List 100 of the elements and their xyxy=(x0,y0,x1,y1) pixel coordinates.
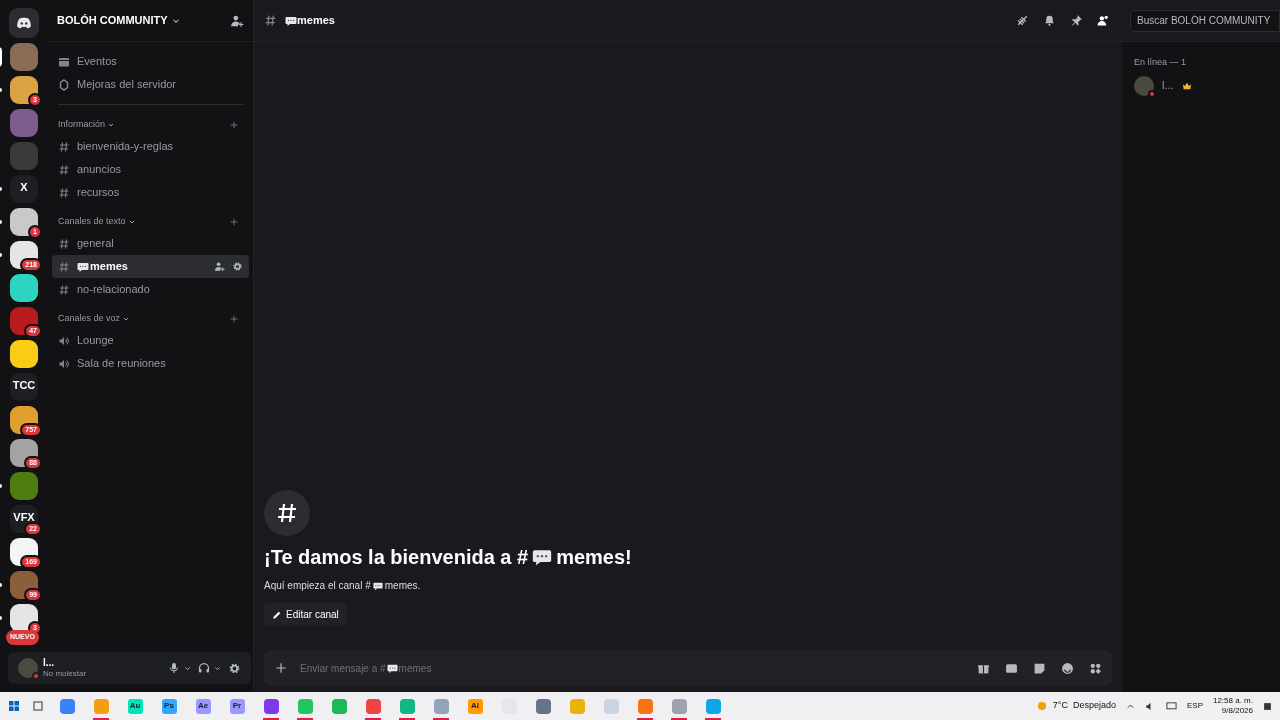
plus-icon xyxy=(274,661,288,675)
plus-icon xyxy=(229,314,239,324)
channel-item[interactable]: Lounge xyxy=(52,329,249,352)
add-user-icon xyxy=(230,13,244,28)
welcome-title: ¡Te damos la bienvenida a # xyxy=(264,545,529,570)
task-view-icon xyxy=(32,700,44,712)
sticker-icon xyxy=(1033,661,1046,675)
server-icon[interactable] xyxy=(10,76,38,104)
app-icon[interactable]: Pr xyxy=(229,698,245,714)
threads-button[interactable] xyxy=(1016,14,1029,27)
app-icon[interactable]: Au xyxy=(127,698,143,714)
channel-item[interactable]: anuncios xyxy=(52,158,249,181)
user-status: No molestar xyxy=(43,668,87,679)
hash-icon xyxy=(58,163,70,176)
app-icon[interactable] xyxy=(365,698,381,714)
app-icon[interactable] xyxy=(59,698,75,714)
chevron-icon xyxy=(127,218,136,226)
category-header[interactable]: Canales de voz xyxy=(58,312,121,326)
add-user-icon xyxy=(214,261,225,272)
calendar-icon xyxy=(58,55,70,68)
server-icon[interactable] xyxy=(10,274,38,302)
pencil-icon xyxy=(272,609,282,620)
gif-icon xyxy=(1005,661,1018,675)
emoji-icon xyxy=(1061,661,1074,675)
server-name[interactable]: BOLÓH COMMUNITY xyxy=(57,12,168,29)
monitor-icon xyxy=(1165,700,1177,712)
server-icon[interactable]: X xyxy=(10,175,38,203)
app-icon[interactable] xyxy=(535,698,551,714)
avatar xyxy=(1134,75,1154,96)
settings-icon xyxy=(232,261,243,272)
clock-date[interactable]: 9/8/2026 xyxy=(1221,706,1253,716)
welcome-subtitle: Aquí empieza el canal # xyxy=(264,579,371,593)
status-icon xyxy=(32,672,40,680)
home-button[interactable] xyxy=(9,8,39,38)
notifications-button[interactable] xyxy=(1043,14,1056,27)
language-indicator[interactable]: ESP xyxy=(1186,700,1203,712)
hash-icon xyxy=(58,186,70,199)
microphone-icon xyxy=(168,662,180,674)
server-icon[interactable] xyxy=(10,307,38,335)
server-icon[interactable] xyxy=(10,208,38,236)
notification-icon xyxy=(1263,700,1272,712)
headphones-button[interactable] xyxy=(198,662,222,674)
server-icon[interactable] xyxy=(10,604,38,632)
sticker-button[interactable] xyxy=(1033,661,1046,675)
welcome-title: memes! xyxy=(556,545,632,570)
category-header[interactable]: Información xyxy=(58,118,106,132)
channel-item[interactable]: Sala de reuniones xyxy=(52,352,249,375)
speech-bubble-icon xyxy=(372,580,383,591)
hash-icon xyxy=(58,283,70,296)
channel-item[interactable]: recursos xyxy=(52,181,249,204)
microphone-button[interactable] xyxy=(168,662,192,674)
gem-icon xyxy=(58,78,70,91)
member-item[interactable]: l... xyxy=(1134,75,1268,96)
hash-icon xyxy=(58,237,70,250)
app-icon[interactable]: Ai xyxy=(467,698,483,714)
avatar[interactable] xyxy=(18,658,38,678)
app-icon[interactable] xyxy=(263,698,279,714)
chevron-icon xyxy=(107,121,116,129)
plus-icon xyxy=(229,217,239,227)
speaker-icon xyxy=(58,357,70,370)
server-icon[interactable]: TCC xyxy=(10,373,38,401)
server-icon[interactable] xyxy=(10,571,38,599)
server-icon[interactable] xyxy=(10,340,38,368)
apps-button[interactable] xyxy=(1089,661,1102,675)
emoji-button[interactable] xyxy=(1061,661,1074,675)
settings-button[interactable] xyxy=(228,661,241,675)
server-icon[interactable] xyxy=(10,439,38,467)
menu-item[interactable]: Mejoras del servidor xyxy=(52,73,249,96)
status-icon xyxy=(1148,89,1156,98)
pinned-button[interactable] xyxy=(1070,14,1083,27)
hash-icon xyxy=(58,140,70,153)
weather-text: 7°C Despejado xyxy=(1052,699,1116,713)
channel-item[interactable]: general xyxy=(52,232,249,255)
channel-item[interactable]: memes xyxy=(52,255,249,278)
channel-item[interactable]: bienvenida-y-reglas xyxy=(52,135,249,158)
channel-item[interactable]: no-relacionado xyxy=(52,278,249,301)
members-icon xyxy=(1097,14,1110,27)
attach-button[interactable] xyxy=(274,661,288,675)
pin-icon xyxy=(1070,14,1083,27)
clock-time[interactable]: 12:58 a. m. xyxy=(1212,696,1253,706)
member-list-heading: En línea — 1 xyxy=(1134,56,1188,69)
windows-icon xyxy=(8,700,20,712)
threads-icon xyxy=(1016,14,1029,27)
channel-title: memes xyxy=(297,13,335,29)
gif-button[interactable] xyxy=(1005,661,1018,675)
app-icon[interactable]: Ae xyxy=(195,698,211,714)
hash-icon xyxy=(58,260,70,273)
hash-icon xyxy=(264,14,277,27)
menu-item[interactable]: Eventos xyxy=(52,50,249,73)
edit-channel-button[interactable]: Editar canal xyxy=(264,603,347,626)
bell-icon xyxy=(1043,14,1056,27)
members-button[interactable] xyxy=(1097,14,1110,27)
speaker-icon xyxy=(58,334,70,347)
category-header[interactable]: Canales de texto xyxy=(58,215,126,229)
speech-bubble-icon xyxy=(285,14,297,27)
invite-button[interactable] xyxy=(230,13,244,28)
app-icon[interactable]: Ps xyxy=(161,698,177,714)
headphones-icon xyxy=(198,662,210,674)
search-field[interactable]: Buscar BOLÓH COMMUNITY xyxy=(1130,9,1280,32)
speech-bubble-icon xyxy=(532,547,553,567)
